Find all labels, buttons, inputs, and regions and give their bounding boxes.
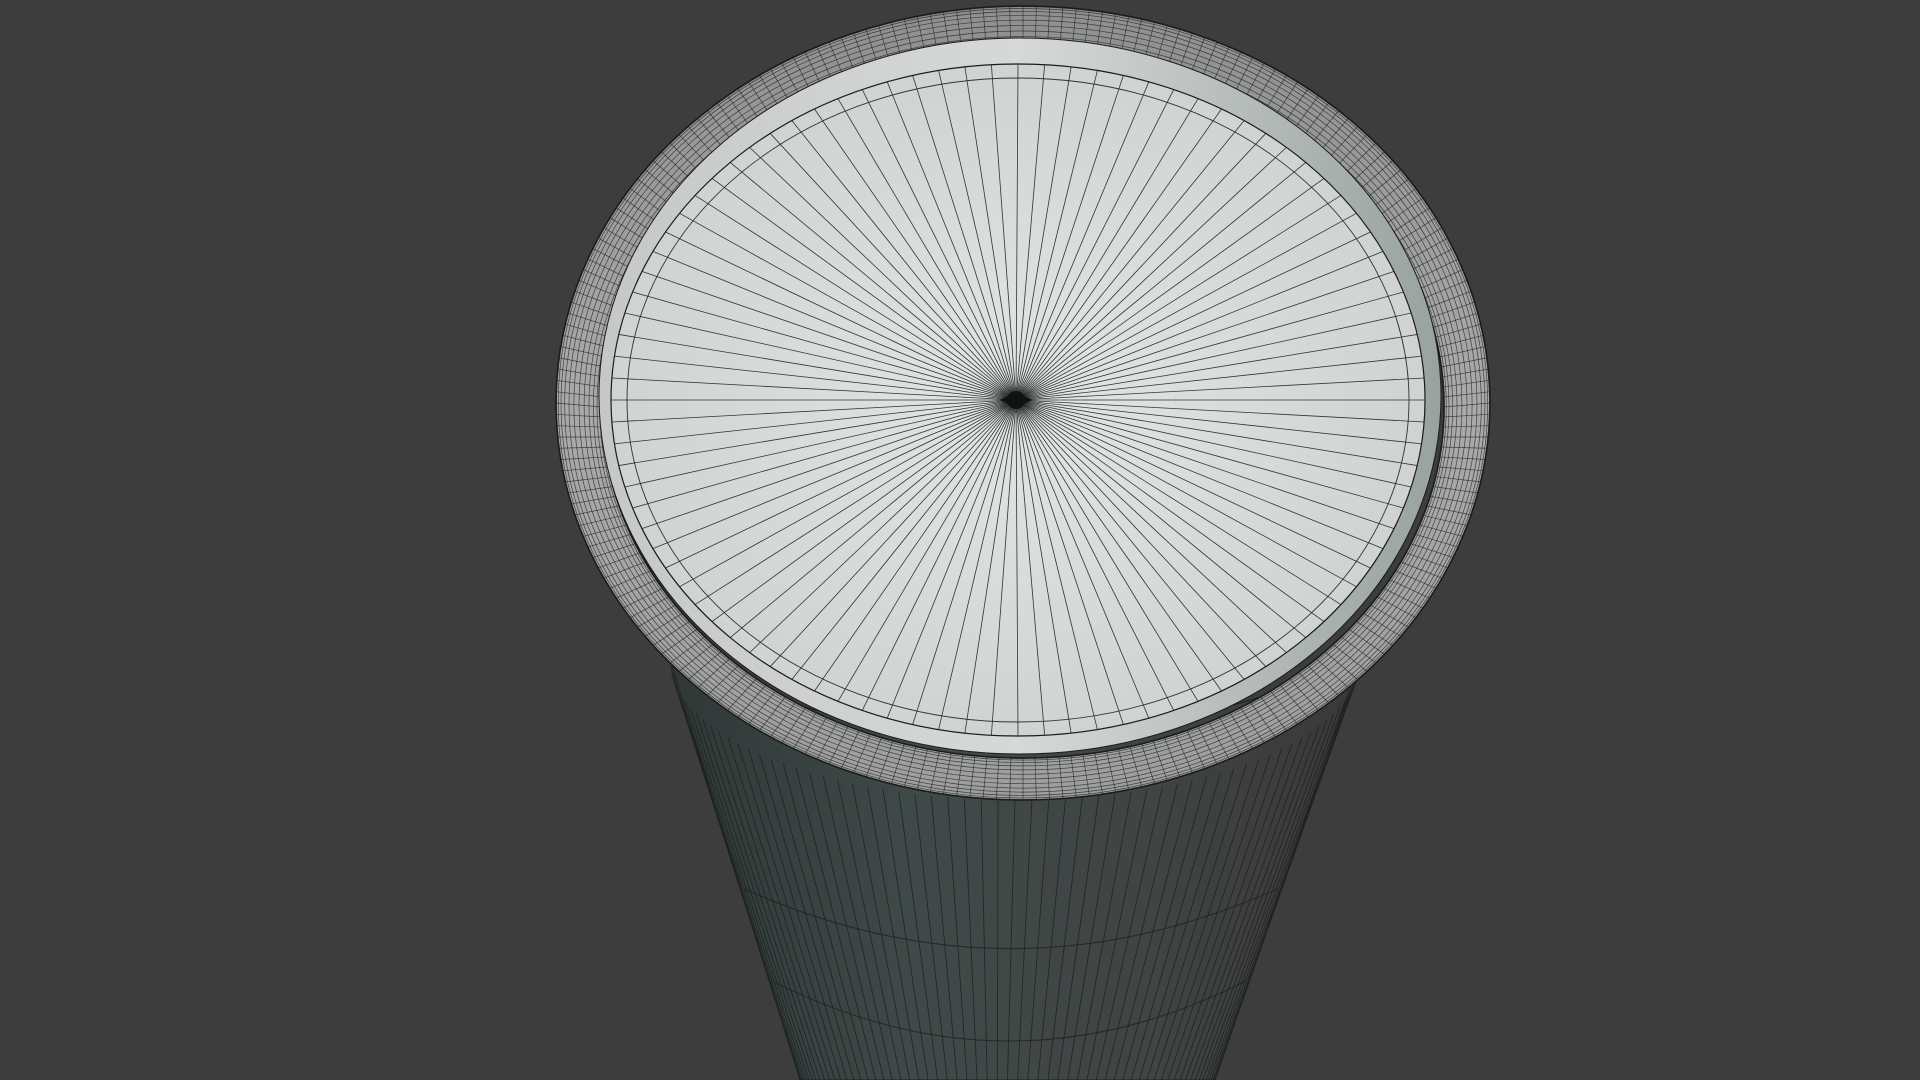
viewport-scene[interactable]	[0, 0, 1920, 1080]
3d-viewport[interactable]	[0, 0, 1920, 1080]
cup-lid[interactable]	[610, 63, 1426, 737]
